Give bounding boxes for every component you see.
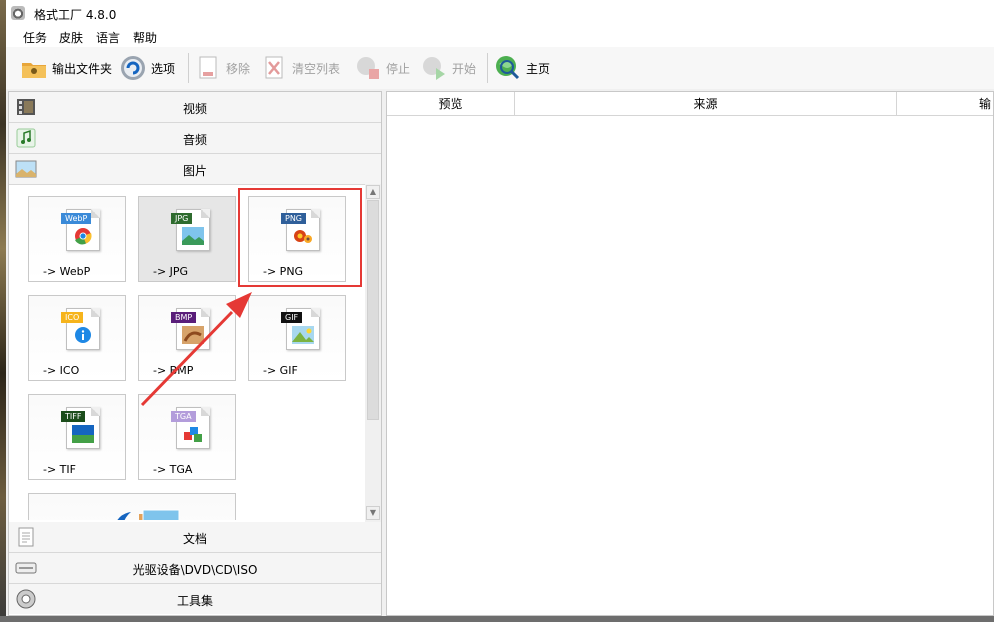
menu-skin[interactable]: 皮肤	[59, 29, 83, 46]
category-video-label: 视频	[182, 102, 207, 116]
category-tools[interactable]: 工具集	[9, 584, 381, 614]
toolbar: 输出文件夹 选项 移除 清空列表 停止 开始 主页	[6, 47, 994, 89]
tile-to-tga[interactable]: TGA -> TGA	[138, 394, 236, 480]
column-output[interactable]: 输	[897, 92, 993, 116]
webp-file-icon: WebP	[61, 209, 100, 251]
category-optical-label: 光驱设备\DVD\CD\ISO	[132, 563, 258, 577]
tile-label: -> BMP	[153, 364, 194, 377]
category-document[interactable]: 文档	[9, 522, 381, 553]
category-image[interactable]: 图片	[9, 154, 381, 185]
tiles-scrollbar[interactable]: ▲ ▼	[365, 184, 381, 522]
tile-label: -> JPG	[153, 265, 189, 278]
tga-tag: TGA	[171, 411, 196, 422]
tiff-file-icon: TIFF	[61, 407, 100, 449]
tile-label: -> WebP	[43, 265, 91, 278]
output-folder-label: 输出文件夹	[52, 61, 113, 76]
tile-to-gif[interactable]: GIF -> GIF	[248, 295, 346, 381]
scroll-thumb[interactable]	[367, 200, 379, 420]
column-source[interactable]: 来源	[515, 92, 897, 116]
play-icon	[420, 54, 448, 82]
tile-label: -> ICO	[43, 364, 80, 377]
toolbar-divider	[188, 53, 189, 83]
category-audio[interactable]: 音频	[9, 123, 381, 154]
stop-icon	[354, 54, 382, 82]
tiff-tag: TIFF	[61, 411, 86, 422]
jpg-file-icon: JPG	[171, 209, 210, 251]
gif-tag: GIF	[281, 312, 303, 323]
start-label: 开始	[452, 61, 477, 76]
menu-task[interactable]: 任务	[23, 29, 47, 46]
tile-to-webp[interactable]: WebP -> WebP	[28, 196, 126, 282]
composite-icon	[117, 509, 180, 520]
category-video[interactable]: 视频	[9, 92, 381, 123]
window-title: 格式工厂 4.8.0	[34, 8, 117, 22]
tga-file-icon: TGA	[171, 407, 210, 449]
scroll-down-icon[interactable]: ▼	[366, 506, 380, 520]
tile-to-jpg[interactable]: JPG -> JPG	[138, 196, 236, 282]
tile-label: -> TGA	[153, 463, 193, 476]
globe-search-icon	[494, 54, 522, 82]
stop-label: 停止	[386, 61, 411, 76]
remove-icon	[194, 54, 222, 82]
remove-label: 移除	[226, 61, 251, 76]
taskbar-edge	[0, 616, 994, 622]
home-button[interactable]: 主页	[494, 53, 550, 83]
app-icon	[11, 6, 25, 20]
menu-language[interactable]: 语言	[96, 29, 120, 46]
home-label: 主页	[526, 61, 551, 76]
ico-tag: ICO	[61, 312, 84, 323]
column-preview[interactable]: 预览	[387, 92, 515, 116]
options-button[interactable]: 选项	[119, 53, 175, 83]
menu-bar: 任务 皮肤 语言 帮助	[6, 27, 994, 47]
scroll-up-icon[interactable]: ▲	[366, 185, 380, 199]
tile-to-ico[interactable]: ICO -> ICO	[28, 295, 126, 381]
remove-button[interactable]: 移除	[194, 53, 250, 83]
tile-label: -> GIF	[263, 364, 298, 377]
category-image-label: 图片	[182, 164, 207, 178]
tile-more[interactable]	[28, 493, 236, 520]
main-window: 格式工厂 4.8.0 任务 皮肤 语言 帮助 输出文件夹 选项 移除 清空列表 …	[6, 0, 994, 616]
category-optical[interactable]: 光驱设备\DVD\CD\ISO	[9, 553, 381, 584]
gif-file-icon: GIF	[281, 308, 320, 350]
category-audio-label: 音频	[182, 133, 207, 147]
task-list[interactable]: 预览 来源 输	[386, 91, 994, 616]
toolbar-divider	[487, 53, 488, 83]
output-folder-button[interactable]: 输出文件夹	[20, 53, 112, 83]
start-button[interactable]: 开始	[420, 53, 476, 83]
clear-icon	[260, 54, 288, 82]
png-highlight-box	[238, 188, 362, 287]
webp-tag: WebP	[61, 213, 92, 224]
category-tools-label: 工具集	[176, 594, 213, 608]
category-panel: 视频 音频 图片 WebP -> WebP JPG -> JPG PNG -> …	[8, 91, 382, 616]
bmp-tag: BMP	[171, 312, 197, 323]
clear-list-label: 清空列表	[292, 61, 341, 76]
folder-icon	[20, 54, 48, 82]
title-bar[interactable]: 格式工厂 4.8.0	[6, 0, 994, 27]
clear-list-button[interactable]: 清空列表	[260, 53, 340, 83]
category-document-label: 文档	[182, 532, 207, 546]
menu-help[interactable]: 帮助	[133, 29, 157, 46]
bmp-file-icon: BMP	[171, 308, 210, 350]
tile-label: -> TIF	[43, 463, 76, 476]
options-label: 选项	[151, 61, 176, 76]
gear-icon	[119, 54, 147, 82]
jpg-tag: JPG	[171, 213, 193, 224]
stop-button[interactable]: 停止	[354, 53, 410, 83]
tile-to-tif[interactable]: TIFF -> TIF	[28, 394, 126, 480]
ico-file-icon: ICO	[61, 308, 100, 350]
tile-to-bmp[interactable]: BMP -> BMP	[138, 295, 236, 381]
